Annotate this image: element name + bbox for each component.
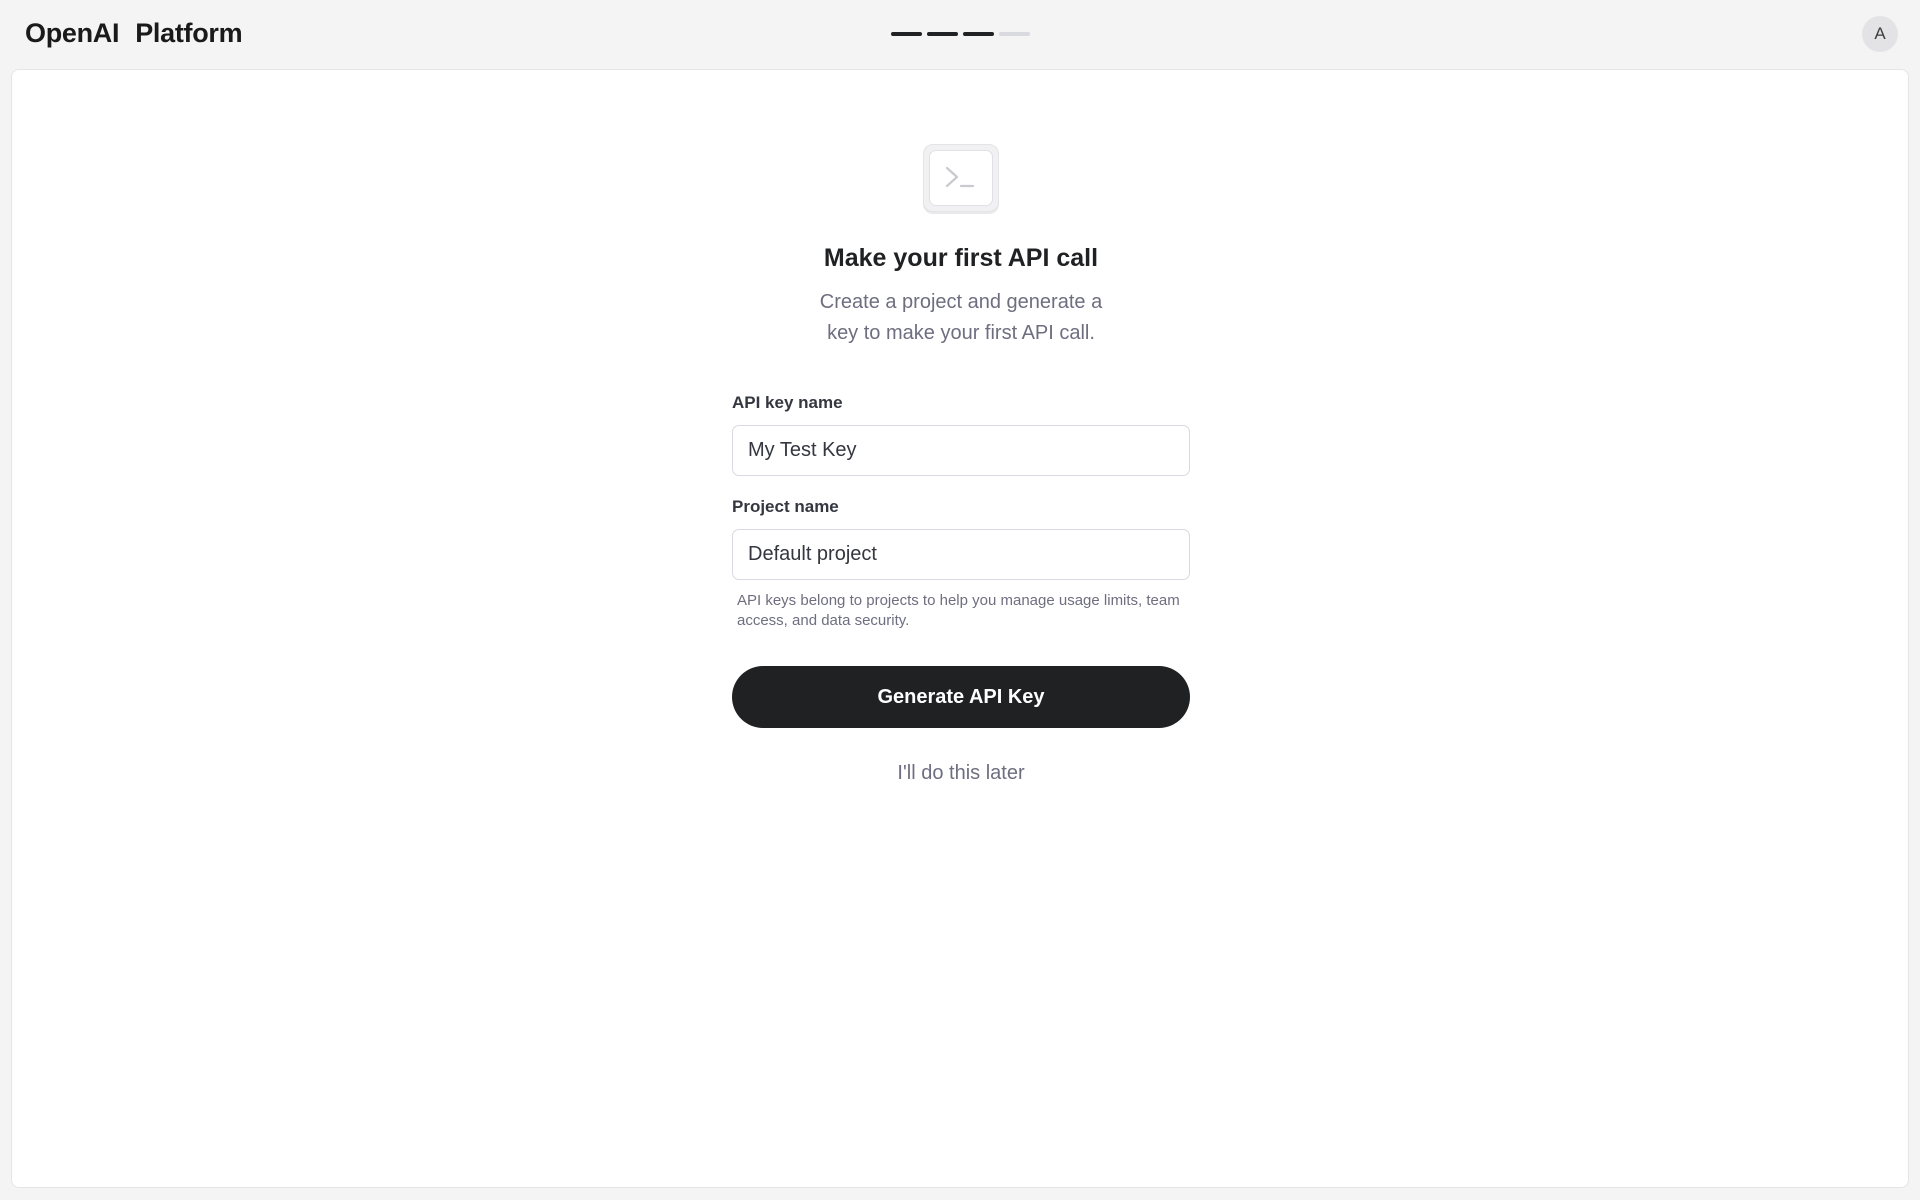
user-avatar[interactable]: A xyxy=(1862,16,1898,52)
brand-name: OpenAI xyxy=(25,18,120,48)
project-hint-text: API keys belong to projects to help you … xyxy=(737,592,1180,629)
generate-api-key-button[interactable]: Generate API Key xyxy=(732,666,1190,728)
api-key-name-label: API key name xyxy=(732,393,843,412)
api-key-name-group: API key name xyxy=(732,393,1190,476)
brand-logo[interactable]: OpenAI Platform xyxy=(25,18,243,49)
product-name: Platform xyxy=(135,18,243,48)
main-panel: Make your first API call Create a projec… xyxy=(11,69,1909,1188)
api-key-form: API key name Project name API keys belon… xyxy=(732,393,1190,785)
page-title: Make your first API call xyxy=(823,244,1099,272)
page-subtitle: Create a project and generate a key to m… xyxy=(819,291,1103,344)
terminal-prompt-icon xyxy=(945,166,975,188)
onboarding-card: Make your first API call Create a projec… xyxy=(732,144,1190,785)
api-key-name-input[interactable] xyxy=(732,425,1190,476)
progress-step-4 xyxy=(999,32,1030,36)
progress-step-3 xyxy=(963,32,994,36)
onboarding-progress xyxy=(891,32,1030,36)
progress-step-1 xyxy=(891,32,922,36)
terminal-icon xyxy=(923,144,999,212)
top-bar: OpenAI Platform A xyxy=(0,0,1920,70)
skip-link[interactable]: I'll do this later xyxy=(732,762,1190,785)
project-name-input[interactable] xyxy=(732,529,1190,580)
progress-step-2 xyxy=(927,32,958,36)
project-name-group: Project name xyxy=(732,497,1190,580)
project-name-label: Project name xyxy=(732,497,839,516)
